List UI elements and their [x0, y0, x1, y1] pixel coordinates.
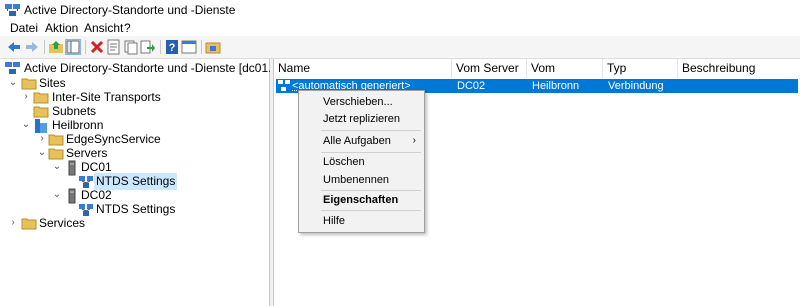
- toolbar: ?: [0, 36, 800, 59]
- menu-bar: Datei Aktion Ansicht ?: [0, 20, 800, 36]
- site-icon: [33, 118, 49, 134]
- chevron-down-icon[interactable]: ⌄: [21, 120, 31, 130]
- menu-item-hilfe[interactable]: Hilfe: [299, 212, 424, 230]
- toolbar-separator: [85, 40, 86, 54]
- row-type: Verbindung: [608, 80, 664, 92]
- column-header-name[interactable]: Name: [274, 59, 452, 78]
- menu-item-verschieben[interactable]: Verschieben...: [299, 93, 424, 111]
- chevron-right-icon[interactable]: ›: [8, 218, 18, 228]
- context-menu: Verschieben... Jetzt replizieren Alle Au…: [298, 90, 425, 233]
- chevron-down-icon[interactable]: ⌄: [52, 162, 62, 172]
- chevron-down-icon[interactable]: ⌄: [52, 190, 62, 200]
- menu-ansicht[interactable]: Ansicht: [84, 21, 123, 35]
- svg-text:?: ?: [169, 42, 176, 54]
- menu-item-umbenennen[interactable]: Umbenennen: [299, 171, 424, 189]
- menu-separator: [321, 210, 421, 211]
- menu-item-loeschen[interactable]: Löschen: [299, 153, 424, 171]
- tree-pane[interactable]: Active Directory-Standorte und -Dienste …: [0, 59, 313, 306]
- toolbar-separator: [160, 40, 161, 54]
- help-icon[interactable]: ?: [164, 39, 180, 55]
- menu-aktion[interactable]: Aktion: [45, 21, 78, 35]
- column-header-server[interactable]: Vom Server: [452, 59, 527, 78]
- row-server: DC02: [457, 80, 486, 92]
- toolbar-separator: [44, 40, 45, 54]
- chevron-down-icon[interactable]: ⌄: [8, 78, 18, 88]
- chevron-right-icon[interactable]: ›: [37, 134, 47, 144]
- menu-item-label: Alle Aufgaben: [323, 135, 391, 147]
- tree-label: NTDS Settings: [96, 202, 176, 216]
- menu-item-alle-aufgaben[interactable]: Alle Aufgaben ›: [299, 132, 424, 150]
- menu-help[interactable]: ?: [124, 21, 131, 35]
- console-icon[interactable]: [181, 39, 197, 55]
- ad-sites-app-icon: [5, 3, 21, 20]
- up-folder-icon[interactable]: [48, 39, 64, 55]
- window-title: Active Directory-Standorte und -Dienste: [24, 3, 236, 17]
- column-header-description[interactable]: Beschreibung: [678, 59, 800, 78]
- folder-icon: [21, 216, 37, 232]
- toolbar-separator: [201, 40, 202, 54]
- submenu-arrow-icon: ›: [412, 135, 416, 146]
- export-icon[interactable]: [140, 39, 156, 55]
- title-bar: Active Directory-Standorte und -Dienste: [0, 0, 800, 20]
- menu-separator: [321, 130, 421, 131]
- new-object-icon[interactable]: [205, 39, 221, 55]
- connection-icon: [278, 79, 290, 95]
- tree-label: Services: [39, 216, 86, 230]
- delete-icon[interactable]: [89, 39, 105, 55]
- show-hide-tree-icon[interactable]: [65, 39, 81, 55]
- menu-item-eigenschaften[interactable]: Eigenschaften: [299, 191, 424, 209]
- back-arrow-icon[interactable]: [6, 39, 22, 55]
- ad-sites-icon: [5, 61, 21, 77]
- menu-item-jetzt-replizieren[interactable]: Jetzt replizieren: [299, 110, 424, 128]
- forward-arrow-icon[interactable]: [24, 39, 40, 55]
- column-header-type[interactable]: Typ: [603, 59, 678, 78]
- chevron-down-icon[interactable]: ⌄: [37, 148, 47, 158]
- chevron-right-icon[interactable]: ›: [21, 92, 31, 102]
- properties-icon[interactable]: [106, 39, 122, 55]
- copy-icon[interactable]: [123, 39, 139, 55]
- column-header-site[interactable]: Vom Standort: [527, 59, 603, 94]
- row-site: Heilbronn: [532, 80, 580, 92]
- folder-icon: [48, 146, 64, 162]
- menu-datei[interactable]: Datei: [10, 21, 38, 35]
